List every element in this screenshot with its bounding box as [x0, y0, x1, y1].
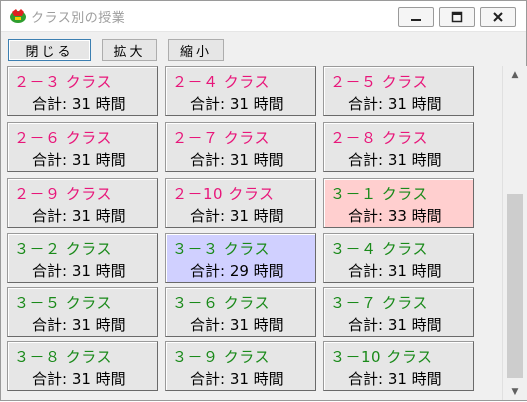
class-cell[interactable]: ３－９ クラス合計: 31 時間	[165, 341, 316, 391]
class-cell[interactable]: ２－６ クラス合計: 31 時間	[7, 122, 158, 172]
class-grid: ２－３ クラス 合計: 31 時間 ２－４ クラス 合計: 31 時間 ２－５ クラス合…	[7, 66, 501, 402]
class-cell[interactable]: ２－３ クラス合計: 31 時間	[7, 66, 158, 116]
scroll-down-arrow[interactable]: ▼	[503, 383, 527, 400]
close-window-button[interactable]	[480, 7, 516, 27]
class-name: ２－８ クラス	[330, 129, 428, 147]
class-total-hours: 合計: 31 時間	[190, 95, 284, 113]
zoom-in-button[interactable]: 拡大	[102, 39, 157, 61]
class-name: ３－７ クラス	[330, 294, 428, 312]
close-icon	[493, 12, 503, 22]
class-cell[interactable]: ２－９ クラス合計: 31 時間	[7, 178, 158, 228]
class-cell[interactable]: ３－１ クラス合計: 33 時間	[323, 178, 474, 228]
class-total-hours: 合計: 31 時間	[348, 95, 442, 113]
class-name: ３－３ クラス	[172, 240, 270, 258]
class-name: ３－10 クラス	[330, 348, 433, 366]
class-name: ２－７ クラス	[172, 129, 270, 147]
class-name: ３－９ クラス	[172, 348, 270, 366]
class-total-hours: 合計: 31 時間	[190, 207, 284, 225]
class-cell[interactable]: ２－５ クラス合計: 31 時間	[323, 66, 474, 116]
class-total-hours: 合計: 31 時間	[348, 370, 442, 388]
class-name: ３－１ クラス	[330, 185, 428, 203]
class-cell[interactable]: ３－５ クラス合計: 31 時間	[7, 287, 158, 337]
class-cell[interactable]: ３－７ クラス合計: 31 時間	[323, 287, 474, 337]
zoom-out-button[interactable]: 縮小	[168, 39, 224, 61]
minimize-icon	[411, 19, 421, 21]
class-cell[interactable]: ３－６ クラス合計: 31 時間	[165, 287, 316, 337]
title-bar[interactable]: クラス別の授業	[1, 1, 526, 32]
class-total-hours: 合計: 31 時間	[32, 316, 126, 334]
class-cell[interactable]: ３－10 クラス合計: 31 時間	[323, 341, 474, 391]
vertical-scrollbar[interactable]: ▲ ▼	[502, 66, 527, 400]
class-name: ３－５ クラス	[14, 294, 112, 312]
app-logo-icon	[10, 9, 26, 23]
class-name: ３－８ クラス	[14, 348, 112, 366]
class-cell[interactable]: ２－８ クラス合計: 31 時間	[323, 122, 474, 172]
class-total-hours: 合計: 31 時間	[32, 370, 126, 388]
class-total-hours: 合計: 31 時間	[190, 151, 284, 169]
class-total-hours: 合計: 31 時間	[32, 207, 126, 225]
minimize-button[interactable]	[398, 7, 434, 27]
scroll-up-arrow[interactable]: ▲	[503, 66, 527, 83]
class-cell[interactable]: ３－３ クラス合計: 29 時間	[165, 233, 316, 283]
class-lessons-window: クラス別の授業 閉じる 拡大 縮小 ２－３ クラス 合計: 31 時間 ２－４ クラ…	[0, 0, 527, 401]
class-total-hours: 合計: 31 時間	[32, 95, 126, 113]
window-title: クラス別の授業	[31, 11, 126, 26]
maximize-button[interactable]	[439, 7, 475, 27]
class-total-hours: 合計: 31 時間	[32, 262, 126, 280]
class-cell[interactable]: ３－８ クラス合計: 31 時間	[7, 341, 158, 391]
class-cell[interactable]: ３－２ クラス合計: 31 時間	[7, 233, 158, 283]
class-name: ３－６ クラス	[172, 294, 270, 312]
class-total-hours: 合計: 31 時間	[348, 151, 442, 169]
class-name: ３－４ クラス	[330, 240, 428, 258]
class-total-hours: 合計: 31 時間	[348, 316, 442, 334]
toolbar: 閉じる 拡大 縮小	[1, 32, 526, 66]
class-name: ３－２ クラス	[14, 240, 112, 258]
class-total-hours: 合計: 31 時間	[32, 151, 126, 169]
class-total-hours: 合計: 31 時間	[190, 316, 284, 334]
class-name: ２－６ クラス	[14, 129, 112, 147]
class-cell[interactable]: ２－４ クラス合計: 31 時間	[165, 66, 316, 116]
class-cell[interactable]: ２－10 クラス合計: 31 時間	[165, 178, 316, 228]
class-total-hours: 合計: 29 時間	[190, 262, 284, 280]
class-total-hours: 合計: 31 時間	[190, 370, 284, 388]
close-button[interactable]: 閉じる	[8, 39, 91, 61]
class-name: ２－３ クラス	[14, 73, 112, 91]
class-name: ２－５ クラス	[330, 73, 428, 91]
scroll-thumb[interactable]	[507, 194, 523, 378]
class-cell[interactable]: ２－７ クラス合計: 31 時間	[165, 122, 316, 172]
class-total-hours: 合計: 31 時間	[348, 262, 442, 280]
class-name: ２－９ クラス	[14, 185, 112, 203]
class-name: ２－４ クラス	[172, 73, 270, 91]
class-total-hours: 合計: 33 時間	[348, 207, 442, 225]
class-name: ２－10 クラス	[172, 185, 275, 203]
class-cell[interactable]: ３－４ クラス合計: 31 時間	[323, 233, 474, 283]
maximize-icon	[451, 11, 463, 23]
